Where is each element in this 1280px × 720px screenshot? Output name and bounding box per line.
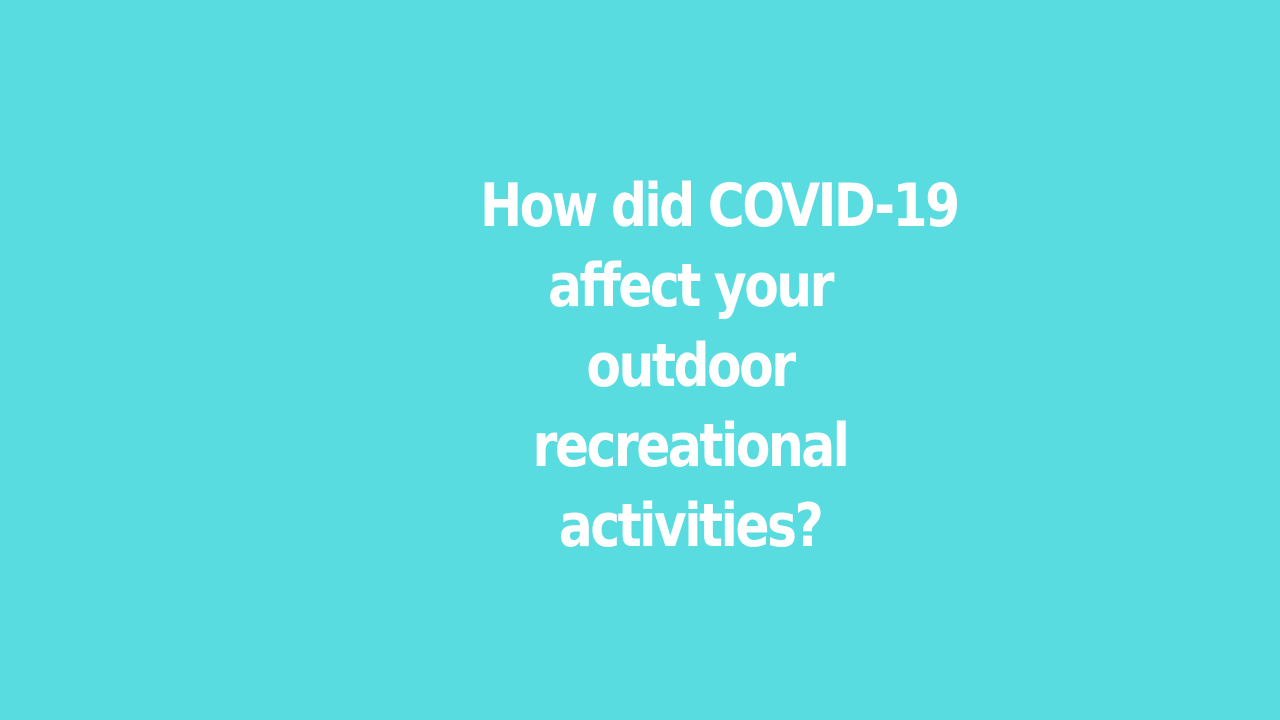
slide-background: How did COVID-19 affect your outdoor rec… xyxy=(0,0,1280,720)
question-line-4: recreational xyxy=(532,411,850,481)
question-line-5: activities? xyxy=(558,491,824,561)
question-line-2: affect your xyxy=(547,251,835,321)
question-heading: How did COVID-19 affect your outdoor rec… xyxy=(480,166,960,566)
question-line-1: How did COVID-19 xyxy=(480,171,960,241)
question-line-3: outdoor xyxy=(586,331,796,401)
